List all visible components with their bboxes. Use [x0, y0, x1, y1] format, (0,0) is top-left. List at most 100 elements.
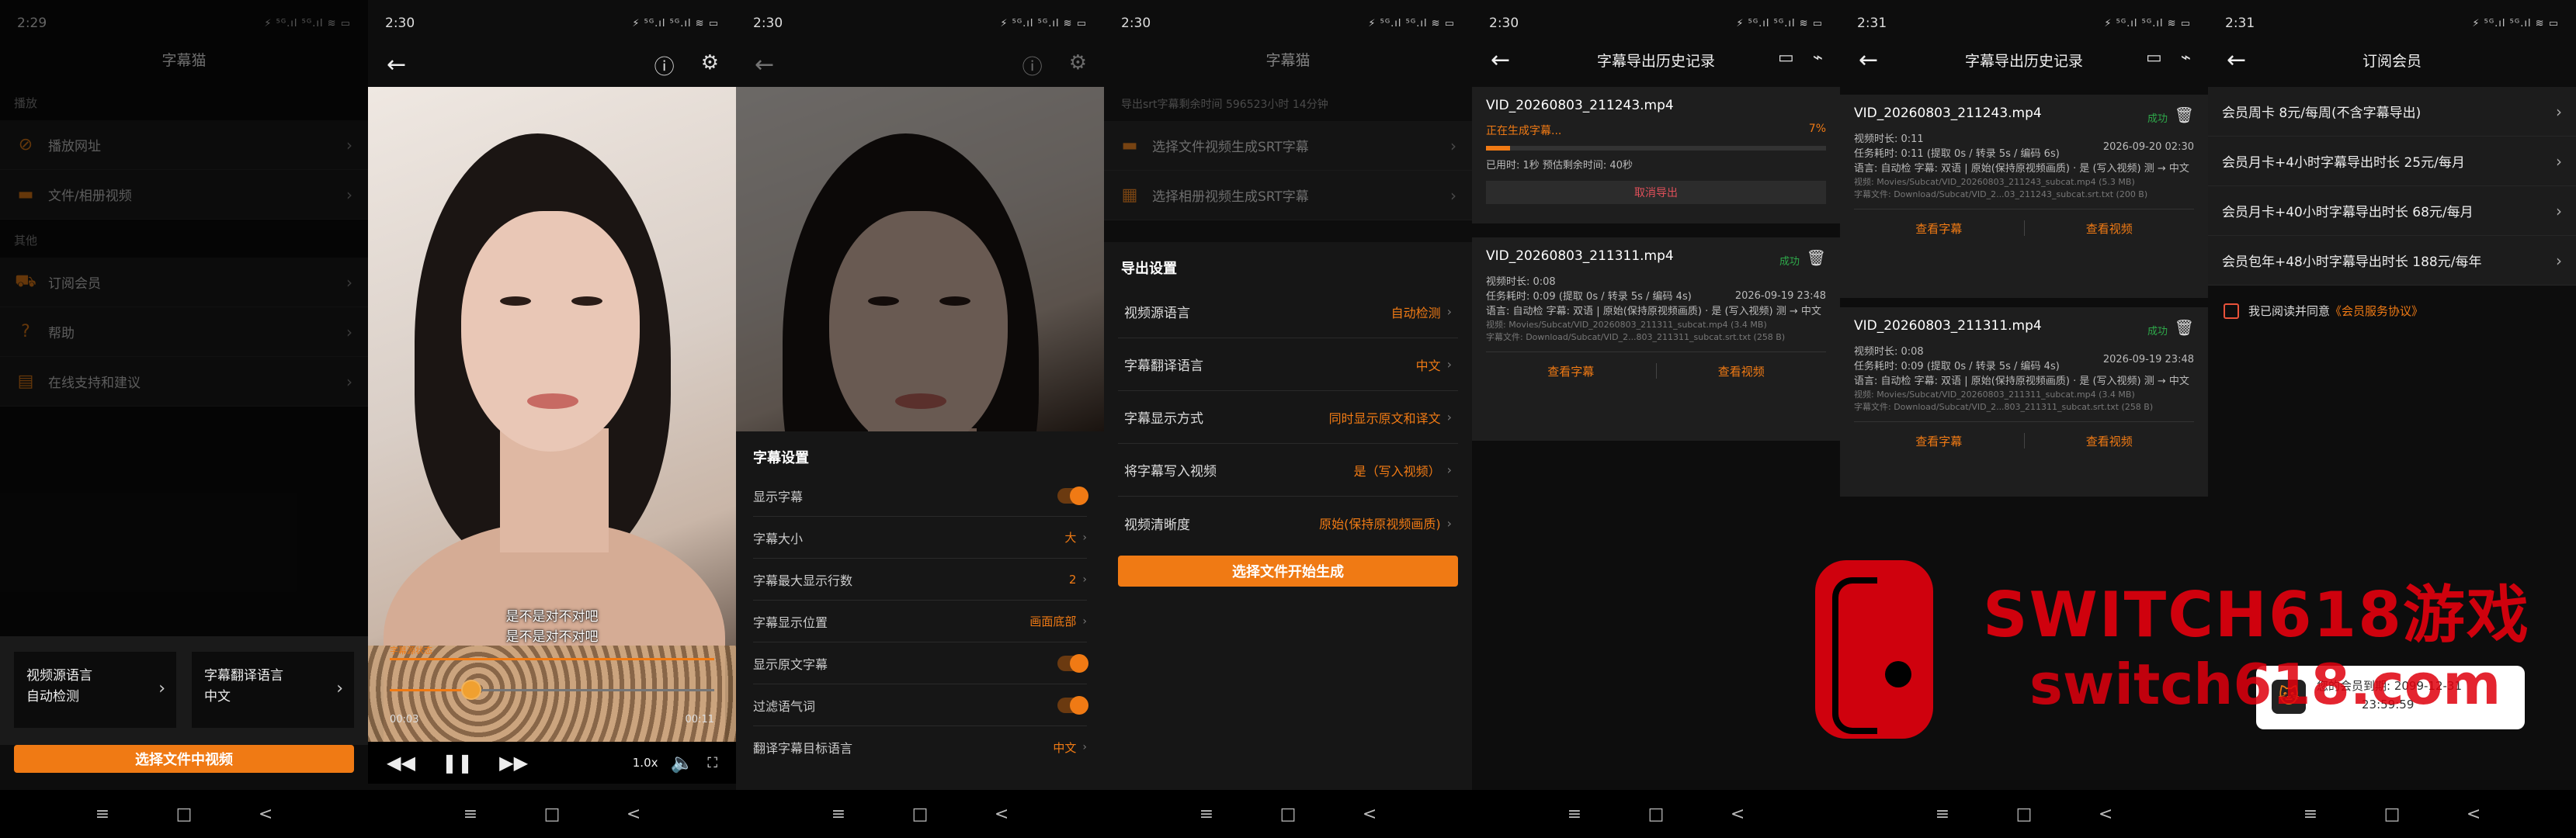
home-icon[interactable]: □ — [2384, 805, 2401, 824]
export-burn-in[interactable]: 将字幕写入视频 是（写入视频） › — [1118, 444, 1458, 497]
home-icon[interactable]: □ — [544, 805, 561, 824]
home-icon[interactable]: □ — [1280, 805, 1297, 824]
status-time: 2:30 — [1489, 16, 1519, 31]
toggle-switch[interactable] — [1057, 653, 1088, 673]
rewind-icon[interactable]: ◀◀ — [387, 752, 415, 774]
chevron-right-icon: › — [1446, 462, 1452, 477]
menu-item-file-video[interactable]: ▬ 文件/相册视频 › — [0, 170, 368, 220]
cancel-export-button[interactable]: 取消导出 — [1486, 181, 1826, 204]
agreement-link[interactable]: 《会员服务协议》 — [2330, 303, 2423, 319]
menu-item-support[interactable]: ▤ 在线支持和建议 › — [0, 357, 368, 407]
recents-icon[interactable]: ≡ — [1199, 805, 1213, 824]
toggle-switch[interactable] — [1057, 695, 1088, 715]
generating-card: VID_20260803_211243.mp4 正在生成字幕... 7% 已用时… — [1472, 87, 1840, 223]
menu-item-label: 帮助 — [48, 326, 75, 341]
playback-thumb[interactable] — [460, 680, 481, 700]
export-source-language[interactable]: 视频源语言 自动检测 › — [1118, 286, 1458, 338]
remaining-time: 导出srt字幕剩余时间 596523小时 14分钟 — [1121, 99, 1328, 111]
view-video-button[interactable]: 查看视频 — [1657, 363, 1827, 379]
view-subtitle-button[interactable]: 查看字幕 — [1486, 363, 1656, 379]
start-generate-button[interactable]: 选择文件开始生成 — [1118, 556, 1458, 587]
back-arrow-icon[interactable]: ← — [2227, 47, 2246, 74]
export-date: 2026-09-19 23:48 — [2102, 354, 2194, 365]
back-nav-icon[interactable]: < — [627, 805, 641, 824]
setting-max-lines[interactable]: 字幕最大显示行数 2 › — [753, 559, 1087, 601]
speed-button[interactable]: 1.0x — [633, 756, 658, 770]
view-video-button[interactable]: 查看视频 — [2025, 433, 2195, 449]
recents-icon[interactable]: ≡ — [2303, 805, 2317, 824]
broom-icon[interactable]: ⌁ — [2181, 48, 2191, 68]
back-nav-icon[interactable]: < — [2099, 805, 2113, 824]
seek-bar[interactable] — [390, 658, 714, 660]
setting-target-language[interactable]: 翻译字幕目标语言 中文 › — [753, 726, 1087, 768]
folder-icon[interactable]: ▭ — [2146, 48, 2162, 68]
gear-icon[interactable]: ⚙ — [701, 51, 719, 80]
info-icon[interactable]: ⓘ — [654, 51, 675, 80]
view-subtitle-button[interactable]: 查看字幕 — [1854, 433, 2024, 449]
chevron-right-icon: › — [1082, 615, 1087, 628]
trash-icon[interactable]: 🗑 — [2175, 318, 2194, 337]
setting-filter-fillers[interactable]: 过滤语气词 — [753, 684, 1088, 726]
plan-monthly-4h[interactable]: 会员月卡+4小时字幕导出时长 25元/每月 › — [2208, 137, 2576, 186]
trash-icon[interactable]: 🗑 — [2175, 106, 2194, 124]
back-nav-icon[interactable]: < — [259, 805, 273, 824]
current-time: 00:03 — [390, 714, 419, 725]
recents-icon[interactable]: ≡ — [831, 805, 845, 824]
generating-percent: 7% — [1808, 123, 1826, 135]
player-controls: ◀◀ ❚❚ ▶▶ 1.0x 🔈 ⛶ — [368, 742, 736, 784]
fast-forward-icon[interactable]: ▶▶ — [499, 752, 528, 774]
select-video-button[interactable]: 选择文件中视频 — [14, 745, 354, 773]
menu-item-play-url[interactable]: ⊘ 播放网址 › — [0, 120, 368, 170]
fullscreen-icon[interactable]: ⛶ — [707, 755, 717, 771]
home-icon[interactable]: □ — [2016, 805, 2033, 824]
translate-language-card[interactable]: 字幕翻译语言 中文 › — [192, 652, 354, 728]
setting-position[interactable]: 字幕显示位置 画面底部 › — [753, 601, 1087, 642]
setting-show-original[interactable]: 显示原文字幕 — [753, 642, 1088, 684]
setting-show-subtitle[interactable]: 显示字幕 — [753, 475, 1088, 517]
back-nav-icon[interactable]: < — [995, 805, 1009, 824]
folder-icon[interactable]: ▭ — [1778, 48, 1794, 68]
trash-icon[interactable]: 🗑 — [1807, 248, 1826, 267]
back-arrow-icon[interactable]: ← — [387, 51, 406, 78]
toggle-switch[interactable] — [1057, 486, 1088, 505]
broom-icon[interactable]: ⌁ — [1813, 48, 1823, 68]
volume-icon[interactable]: 🔈 — [671, 752, 694, 774]
plan-weekly[interactable]: 会员周卡 8元/每周(不含字幕导出) › — [2208, 87, 2576, 137]
view-subtitle-button[interactable]: 查看字幕 — [1854, 220, 2024, 237]
home-icon[interactable]: □ — [176, 805, 193, 824]
export-translate-language[interactable]: 字幕翻译语言 中文 › — [1118, 338, 1458, 391]
back-arrow-icon[interactable]: ← — [755, 51, 774, 78]
agree-checkbox[interactable] — [2224, 303, 2239, 319]
setting-subtitle-size[interactable]: 字幕大小 大 › — [753, 517, 1087, 559]
recents-icon[interactable]: ≡ — [95, 805, 109, 824]
option-label: 选择相册视频生成SRT字幕 — [1152, 189, 1309, 205]
recents-icon[interactable]: ≡ — [463, 805, 477, 824]
option-file-video[interactable]: ▬ 选择文件视频生成SRT字幕 › — [1104, 121, 1472, 171]
chevron-right-icon: › — [336, 679, 343, 698]
gear-icon[interactable]: ⚙ — [1069, 51, 1087, 80]
back-arrow-icon[interactable]: ← — [1491, 47, 1510, 74]
back-nav-icon[interactable]: < — [1363, 805, 1377, 824]
home-icon[interactable]: □ — [1648, 805, 1665, 824]
recents-icon[interactable]: ≡ — [1935, 805, 1949, 824]
export-display-mode[interactable]: 字幕显示方式 同时显示原文和译文 › — [1118, 391, 1458, 444]
chevron-right-icon: › — [2556, 151, 2562, 171]
pause-icon[interactable]: ❚❚ — [442, 752, 473, 774]
recents-icon[interactable]: ≡ — [1567, 805, 1581, 824]
card-actions: 查看字幕 查看视频 — [1854, 209, 2194, 237]
menu-item-help[interactable]: ? 帮助 › — [0, 307, 368, 357]
system-nav-bar: ≡ □ < — [2208, 790, 2576, 838]
home-icon[interactable]: □ — [912, 805, 929, 824]
playback-progress[interactable] — [390, 680, 714, 700]
back-nav-icon[interactable]: < — [2467, 805, 2481, 824]
back-arrow-icon[interactable]: ← — [1859, 47, 1878, 74]
back-nav-icon[interactable]: < — [1731, 805, 1745, 824]
info-icon[interactable]: ⓘ — [1022, 51, 1043, 80]
source-language-card[interactable]: 视频源语言 自动检测 › — [14, 652, 176, 728]
view-video-button[interactable]: 查看视频 — [2025, 220, 2195, 237]
plan-monthly-40h[interactable]: 会员月卡+40小时字幕导出时长 68元/每月 › — [2208, 186, 2576, 236]
plan-yearly-48h[interactable]: 会员包年+48小时字幕导出时长 188元/每年 › — [2208, 236, 2576, 286]
export-quality[interactable]: 视频清晰度 原始(保持原视频画质) › — [1118, 497, 1458, 549]
menu-item-subscribe[interactable]: ⛟ 订阅会员 › — [0, 258, 368, 307]
option-album-video[interactable]: ▦ 选择相册视频生成SRT字幕 › — [1104, 171, 1472, 220]
